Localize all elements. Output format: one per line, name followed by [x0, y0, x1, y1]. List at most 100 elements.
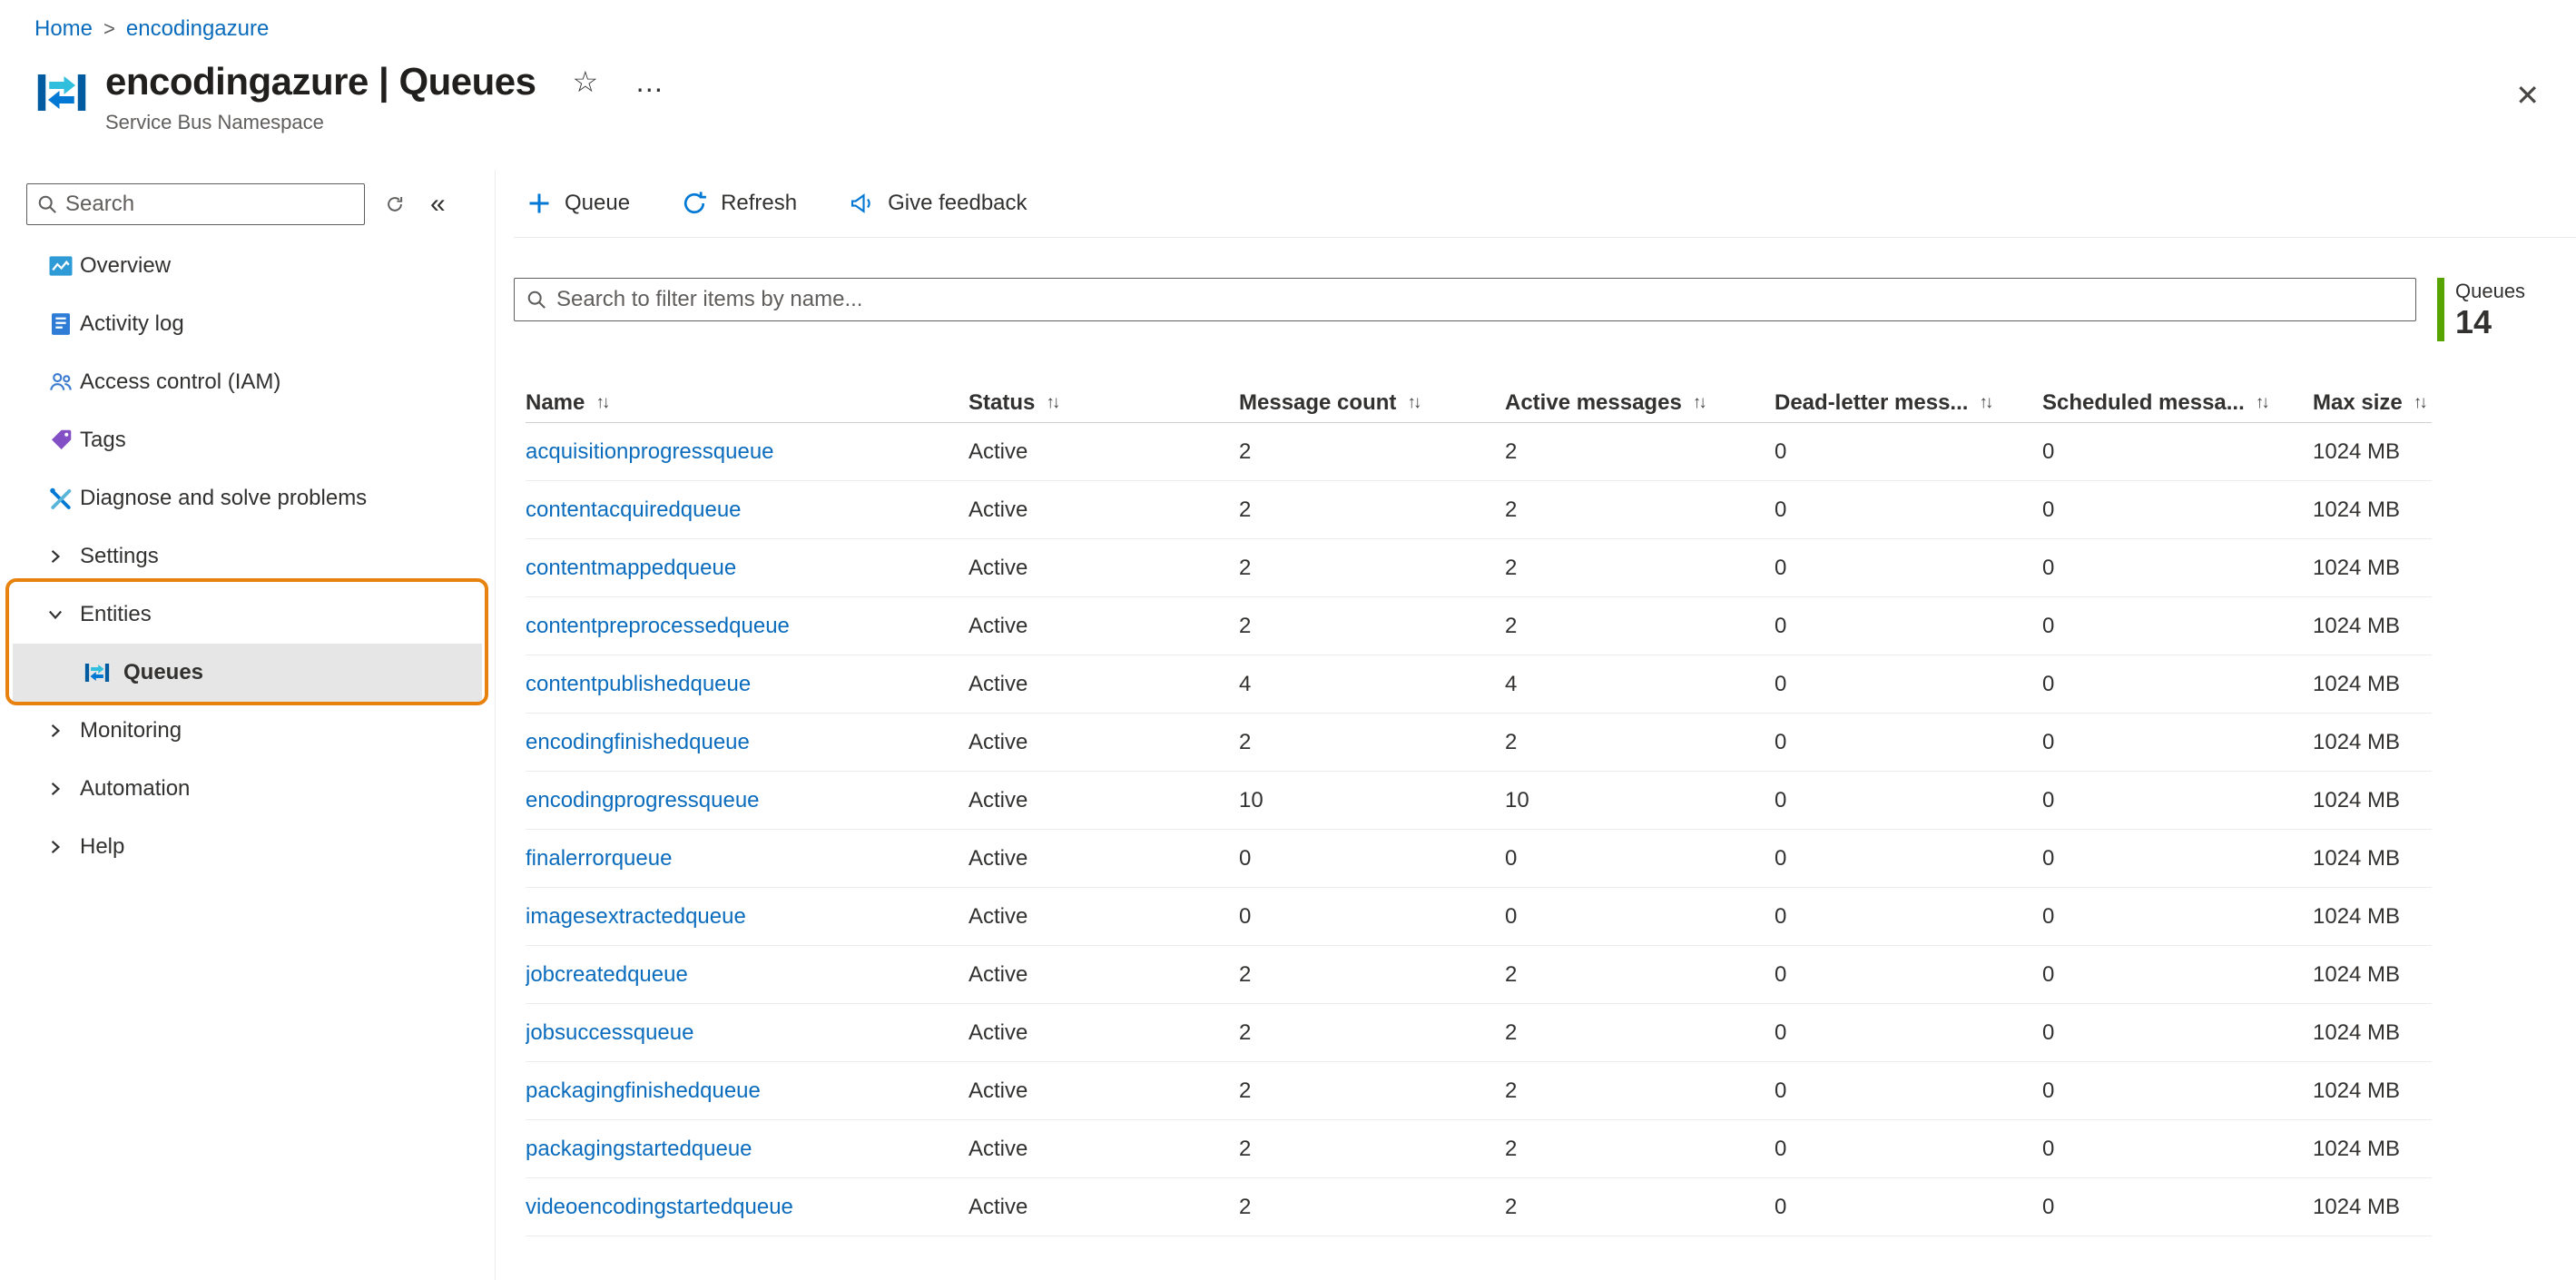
search-icon: [36, 193, 58, 215]
sidebar-item-automation[interactable]: Automation: [0, 760, 495, 818]
column-header-name[interactable]: Name ↑↓: [526, 390, 968, 416]
sidebar-item-monitoring[interactable]: Monitoring: [0, 702, 495, 760]
chevron-right-icon: [45, 546, 76, 566]
queue-message-count: 2: [1239, 1078, 1252, 1103]
queue-name-link[interactable]: contentpreprocessedqueue: [526, 614, 790, 638]
summary-label: Queues: [2455, 280, 2526, 302]
queue-status: Active: [968, 1136, 1028, 1161]
table-row: contentmappedqueue Active 2 2 0 0 1024 M…: [526, 539, 2432, 597]
sidebar-item-activity-log[interactable]: Activity log: [0, 295, 495, 353]
queue-active-messages: 2: [1505, 729, 1518, 754]
column-header-max-size[interactable]: Max size ↑↓: [2313, 390, 2432, 416]
queue-name-link[interactable]: imagesextractedqueue: [526, 904, 746, 929]
sidebar-item-entities[interactable]: Entities: [0, 586, 495, 644]
queue-max-size: 1024 MB: [2313, 787, 2401, 812]
column-header-message-count[interactable]: Message count ↑↓: [1239, 390, 1505, 416]
sidebar-search-input[interactable]: [65, 192, 357, 217]
chevron-down-icon: [45, 605, 76, 625]
refresh-button[interactable]: Refresh: [681, 190, 797, 217]
breadcrumb-home-link[interactable]: Home: [34, 16, 93, 42]
sidebar-item-overview[interactable]: Overview: [0, 237, 495, 295]
queue-name-link[interactable]: finalerrorqueue: [526, 846, 672, 871]
table-row: jobcreatedqueue Active 2 2 0 0 1024 MB: [526, 946, 2432, 1004]
queue-scheduled: 0: [2042, 1194, 2055, 1219]
queue-scheduled: 0: [2042, 497, 2055, 522]
queue-name-link[interactable]: jobcreatedqueue: [526, 962, 688, 987]
filter-input[interactable]: [556, 287, 2404, 312]
queue-name-link[interactable]: encodingprogressqueue: [526, 788, 760, 812]
queue-status: Active: [968, 845, 1028, 871]
tags-icon: [45, 425, 76, 456]
queue-scheduled: 0: [2042, 613, 2055, 638]
count-accent-bar: [2437, 278, 2444, 341]
main-content: Queue Refresh Give feedback Search to fi…: [496, 170, 2576, 1280]
chevron-right-icon: [45, 721, 76, 741]
overview-icon: [45, 251, 76, 281]
search-icon: [526, 289, 547, 310]
queue-max-size: 1024 MB: [2313, 671, 2401, 696]
sidebar-item-access-control[interactable]: Access control (IAM): [0, 353, 495, 411]
queue-name-link[interactable]: packagingstartedqueue: [526, 1137, 752, 1161]
queue-active-messages: 2: [1505, 613, 1518, 638]
sidebar-search-box[interactable]: [26, 183, 365, 225]
queue-message-count: 10: [1239, 787, 1263, 812]
more-options-icon[interactable]: …: [634, 67, 665, 96]
queue-name-link[interactable]: jobsuccessqueue: [526, 1020, 693, 1045]
favorite-star-icon[interactable]: ☆: [573, 67, 599, 96]
queue-status: Active: [968, 903, 1028, 929]
queue-dead-letter: 0: [1775, 438, 1787, 464]
collapse-menu-icon[interactable]: «: [430, 189, 446, 220]
sidebar-item-queues[interactable]: Queues: [13, 644, 482, 702]
queue-active-messages: 2: [1505, 1194, 1518, 1219]
column-header-dead-letter[interactable]: Dead-letter mess... ↑↓: [1775, 390, 2042, 416]
close-icon[interactable]: ✕: [2515, 78, 2540, 113]
queue-dead-letter: 0: [1775, 845, 1787, 871]
sort-icon: ↑↓: [1046, 392, 1060, 412]
sidebar-item-help[interactable]: Help: [0, 818, 495, 876]
give-feedback-button[interactable]: Give feedback: [848, 190, 1027, 217]
queue-status: Active: [968, 671, 1028, 696]
queue-max-size: 1024 MB: [2313, 438, 2401, 464]
sidebar-item-tags[interactable]: Tags: [0, 411, 495, 469]
sort-icon: ↑↓: [1407, 392, 1421, 412]
queue-name-link[interactable]: acquisitionprogressqueue: [526, 439, 774, 464]
queue-status: Active: [968, 555, 1028, 580]
column-header-scheduled[interactable]: Scheduled messa... ↑↓: [2042, 390, 2313, 416]
resource-type-subtitle: Service Bus Namespace: [105, 111, 324, 133]
queue-active-messages: 2: [1505, 438, 1518, 464]
column-header-active-messages[interactable]: Active messages ↑↓: [1505, 390, 1775, 416]
sort-icon: ↑↓: [2413, 392, 2428, 412]
queue-name-link[interactable]: contentacquiredqueue: [526, 497, 742, 522]
queue-status: Active: [968, 729, 1028, 754]
queue-active-messages: 2: [1505, 497, 1518, 522]
queue-dead-letter: 0: [1775, 1019, 1787, 1045]
sidebar-item-settings[interactable]: Settings: [0, 527, 495, 586]
queue-name-link[interactable]: videoencodingstartedqueue: [526, 1195, 793, 1219]
table-row: acquisitionprogressqueue Active 2 2 0 0 …: [526, 423, 2432, 481]
breadcrumb-resource-link[interactable]: encodingazure: [126, 16, 269, 42]
queue-name-link[interactable]: contentmappedqueue: [526, 556, 736, 580]
queues-icon: [82, 657, 113, 688]
queue-message-count: 2: [1239, 438, 1252, 464]
queues-table-header: Name ↑↓ Status ↑↓ Message count ↑↓ Activ…: [526, 383, 2432, 423]
queue-name-link[interactable]: encodingfinishedqueue: [526, 730, 750, 754]
service-bus-icon: [34, 65, 89, 120]
sync-icon[interactable]: [385, 194, 405, 214]
add-queue-button[interactable]: Queue: [526, 191, 630, 216]
queue-message-count: 2: [1239, 497, 1252, 522]
queue-name-link[interactable]: packagingfinishedqueue: [526, 1078, 761, 1103]
queue-max-size: 1024 MB: [2313, 613, 2401, 638]
queue-status: Active: [968, 613, 1028, 638]
queue-scheduled: 0: [2042, 961, 2055, 987]
column-header-status[interactable]: Status ↑↓: [968, 390, 1239, 416]
queue-name-link[interactable]: contentpublishedqueue: [526, 672, 751, 696]
queue-dead-letter: 0: [1775, 1078, 1787, 1103]
sort-icon: ↑↓: [2255, 392, 2270, 412]
queue-scheduled: 0: [2042, 438, 2055, 464]
queue-status: Active: [968, 1194, 1028, 1219]
sort-icon: ↑↓: [595, 392, 610, 412]
sidebar-item-diagnose[interactable]: Diagnose and solve problems: [0, 469, 495, 527]
filter-box[interactable]: [514, 278, 2416, 321]
page-header: Home > encodingazure encodingazure | Que…: [0, 0, 2576, 170]
queue-dead-letter: 0: [1775, 1194, 1787, 1219]
